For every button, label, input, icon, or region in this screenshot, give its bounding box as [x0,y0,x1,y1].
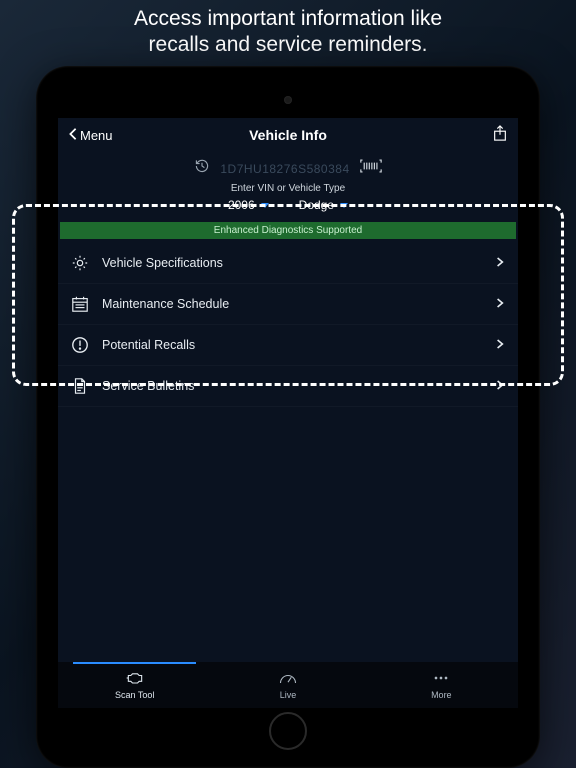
row-label: Vehicle Specifications [102,256,484,270]
back-button[interactable]: Menu [68,127,113,144]
gauge-icon [278,670,298,688]
tablet-frame: Menu Vehicle Info 1D7HU18276S580384 [36,66,540,768]
history-icon[interactable] [194,158,210,179]
vin-row: 1D7HU18276S580384 [58,158,518,179]
chevron-left-icon [68,127,78,144]
diagnostics-banner: Enhanced Diagnostics Supported [60,222,516,239]
tab-scan-tool[interactable]: Scan Tool [58,662,211,708]
row-label: Service Bulletins [102,379,484,393]
tab-label: Live [280,690,297,700]
row-maintenance-schedule[interactable]: Maintenance Schedule [58,284,518,325]
gear-icon [70,253,90,273]
row-potential-recalls[interactable]: Potential Recalls [58,325,518,366]
row-label: Maintenance Schedule [102,297,484,311]
tab-label: More [431,690,452,700]
row-service-bulletins[interactable]: Service Bulletins [58,366,518,407]
make-dropdown[interactable]: Dodge [299,198,348,212]
make-value: Dodge [299,198,334,212]
tablet-camera [284,96,292,104]
page-title: Vehicle Info [249,127,327,143]
year-value: 2006 [228,198,255,212]
alert-icon [70,335,90,355]
promo-headline: Access important information like recall… [0,0,576,63]
engine-icon [125,670,145,688]
caret-down-icon [261,203,269,208]
tab-live[interactable]: Live [211,662,364,708]
row-vehicle-specifications[interactable]: Vehicle Specifications [58,243,518,284]
dropdown-row: 2006 Dodge [58,198,518,220]
caret-down-icon [340,203,348,208]
more-icon [431,670,451,688]
vin-hint: Enter VIN or Vehicle Type [58,183,518,194]
share-icon [492,129,508,146]
share-button[interactable] [492,124,508,147]
row-label: Potential Recalls [102,338,484,352]
back-label: Menu [80,128,113,143]
app-screen: Menu Vehicle Info 1D7HU18276S580384 [58,118,518,708]
chevron-right-icon [496,256,504,271]
barcode-scan-icon[interactable] [360,159,382,178]
document-icon [70,376,90,396]
promo-line-1: Access important information like [134,7,442,30]
year-dropdown[interactable]: 2006 [228,198,269,212]
tab-bar: Scan Tool Live More [58,662,518,708]
chevron-right-icon [496,338,504,353]
chevron-right-icon [496,297,504,312]
promo-line-2: recalls and service reminders. [149,33,428,56]
tab-label: Scan Tool [115,690,154,700]
title-bar: Menu Vehicle Info [58,118,518,152]
vin-input[interactable]: 1D7HU18276S580384 [220,162,349,176]
tablet-home-button[interactable] [269,712,307,750]
tab-more[interactable]: More [365,662,518,708]
calendar-icon [70,294,90,314]
info-list: Vehicle Specifications Maintenance Sched… [58,243,518,407]
chevron-right-icon [496,379,504,394]
